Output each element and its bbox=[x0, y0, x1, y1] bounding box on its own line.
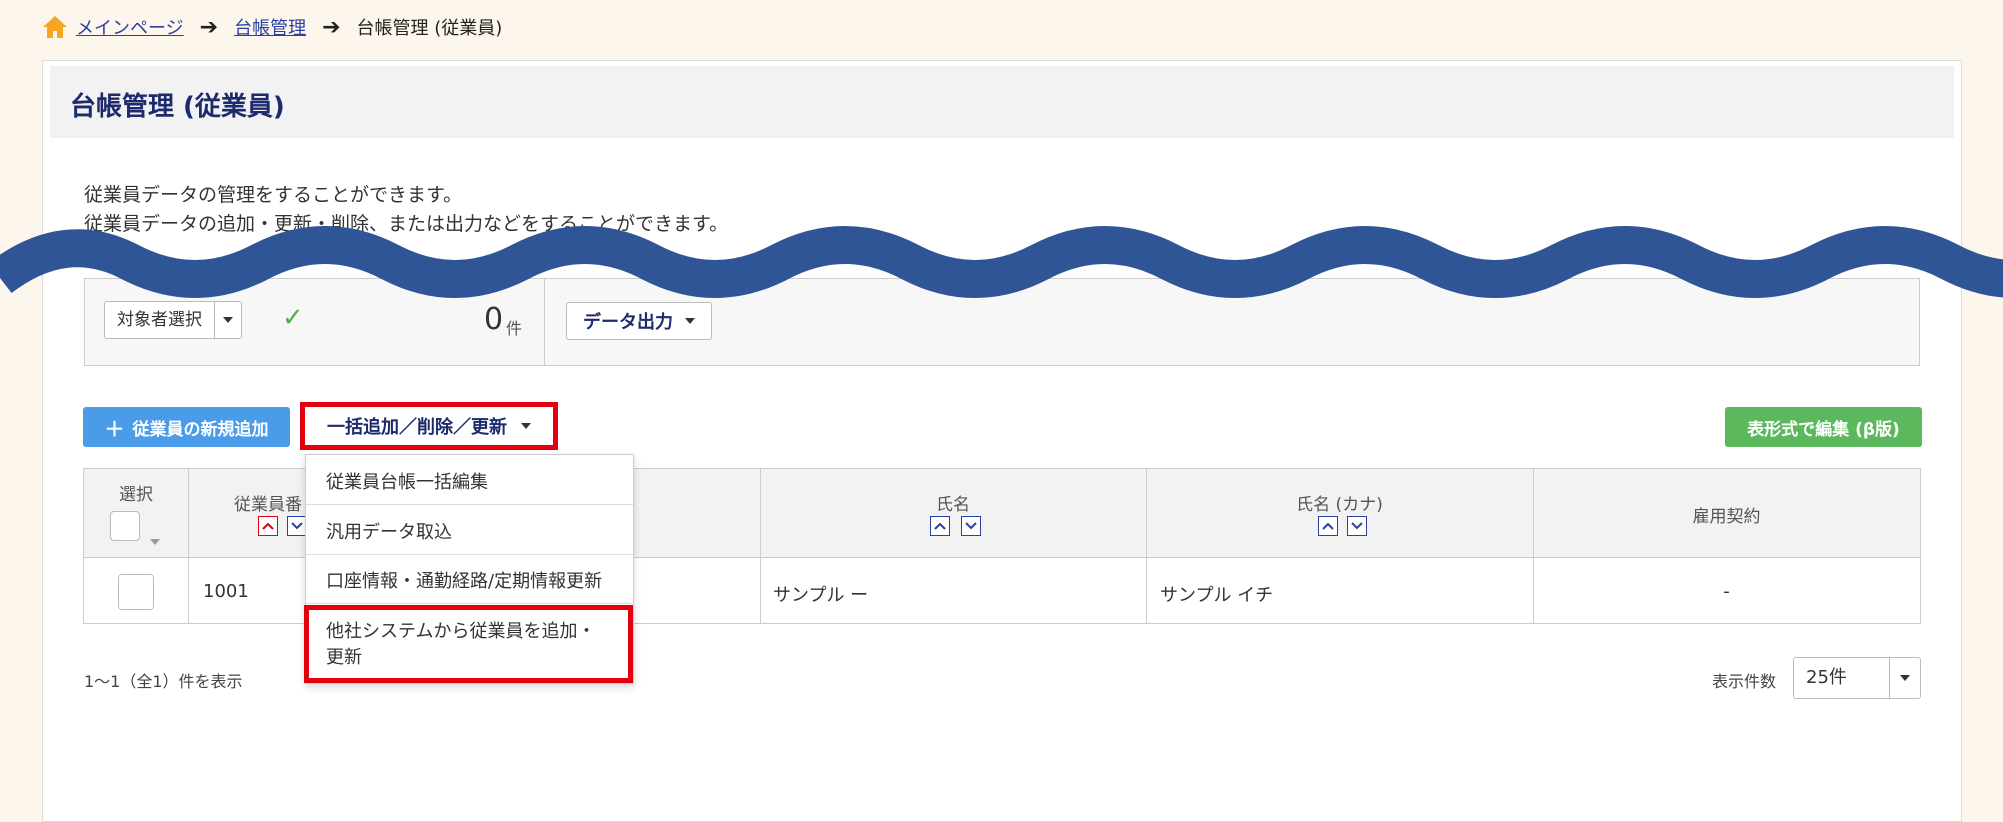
selected-count-unit: 件 bbox=[506, 319, 523, 338]
column-header-contract: 雇用契約 bbox=[1692, 507, 1761, 527]
per-page-select[interactable]: 25件 bbox=[1793, 657, 1921, 699]
per-page-label: 表示件数 bbox=[1712, 672, 1777, 691]
column-divider bbox=[188, 469, 189, 623]
add-employee-button[interactable]: ＋ 従業員の新規追加 bbox=[83, 407, 290, 447]
wave-divider bbox=[0, 226, 2003, 298]
bulk-action-button[interactable]: 一括追加／削除／更新 bbox=[300, 402, 558, 450]
row-checkbox[interactable] bbox=[118, 574, 154, 610]
paging-text: 1～1（全1）件を表示 bbox=[84, 672, 243, 691]
cell-name: サンプル ー bbox=[773, 585, 869, 606]
breadcrumb-arrow-icon: ➔ bbox=[199, 14, 219, 40]
title-bar bbox=[50, 66, 1954, 138]
menu-item-generic-import[interactable]: 汎用データ取込 bbox=[306, 518, 633, 544]
sort-desc-icon[interactable] bbox=[287, 516, 307, 536]
menu-item-bulk-edit[interactable]: 従業員台帳一括編集 bbox=[306, 468, 633, 494]
breadcrumb-link-main[interactable]: メインページ bbox=[76, 14, 184, 40]
sort-asc-icon[interactable] bbox=[1318, 516, 1338, 536]
data-export-label: データ出力 bbox=[583, 312, 673, 333]
sort-asc-icon[interactable] bbox=[258, 516, 278, 536]
menu-divider bbox=[306, 504, 633, 505]
selected-count: 0 bbox=[484, 302, 504, 337]
menu-divider bbox=[306, 554, 633, 555]
check-icon: ✓ bbox=[282, 303, 304, 333]
menu-divider bbox=[306, 603, 633, 604]
cell-contract: - bbox=[1723, 581, 1730, 602]
caret-down-icon bbox=[521, 423, 531, 429]
caret-down-icon[interactable] bbox=[1890, 658, 1920, 698]
page-description-line1: 従業員データの管理をすることができます。 bbox=[84, 184, 463, 206]
plus-icon: ＋ bbox=[104, 416, 125, 441]
per-page-value: 25件 bbox=[1794, 658, 1890, 698]
caret-down-icon bbox=[685, 318, 695, 324]
page-title: 台帳管理 (従業員) bbox=[70, 92, 285, 122]
sort-desc-icon[interactable] bbox=[1347, 516, 1367, 536]
highlight-box bbox=[304, 605, 633, 683]
cell-kana: サンプル イチ bbox=[1160, 585, 1274, 606]
cell-employee-no[interactable]: 1001 bbox=[203, 581, 249, 602]
add-employee-label: 従業員の新規追加 bbox=[132, 419, 269, 440]
grid-edit-button[interactable]: 表形式で編集 (β版) bbox=[1725, 407, 1922, 447]
target-select[interactable]: 対象者選択 bbox=[104, 301, 242, 339]
select-all-caret-icon[interactable] bbox=[150, 530, 160, 549]
column-header-kana[interactable]: 氏名 (カナ) bbox=[1146, 490, 1533, 515]
bulk-action-label: 一括追加／削除／更新 bbox=[327, 417, 507, 438]
breadcrumb-arrow-icon: ➔ bbox=[322, 14, 341, 40]
home-icon[interactable] bbox=[42, 15, 68, 39]
target-select-label: 対象者選択 bbox=[105, 302, 215, 338]
select-all-checkbox[interactable] bbox=[110, 511, 140, 541]
data-export-button[interactable]: データ出力 bbox=[566, 302, 712, 340]
breadcrumb-current: 台帳管理 (従業員) bbox=[356, 18, 503, 39]
caret-down-icon[interactable] bbox=[215, 302, 241, 338]
sort-desc-icon[interactable] bbox=[961, 516, 981, 536]
sort-asc-icon[interactable] bbox=[930, 516, 950, 536]
menu-item-account-commute-update[interactable]: 口座情報・通勤経路/定期情報更新 bbox=[306, 567, 633, 593]
breadcrumb: メインページ ➔ 台帳管理 ➔ 台帳管理 (従業員) bbox=[42, 14, 502, 40]
breadcrumb-link-ledger[interactable]: 台帳管理 bbox=[234, 14, 306, 40]
column-header-name[interactable]: 氏名 bbox=[760, 490, 1146, 515]
column-header-employee-no[interactable]: 従業員番 bbox=[234, 490, 302, 515]
column-header-select: 選択 bbox=[119, 485, 153, 505]
